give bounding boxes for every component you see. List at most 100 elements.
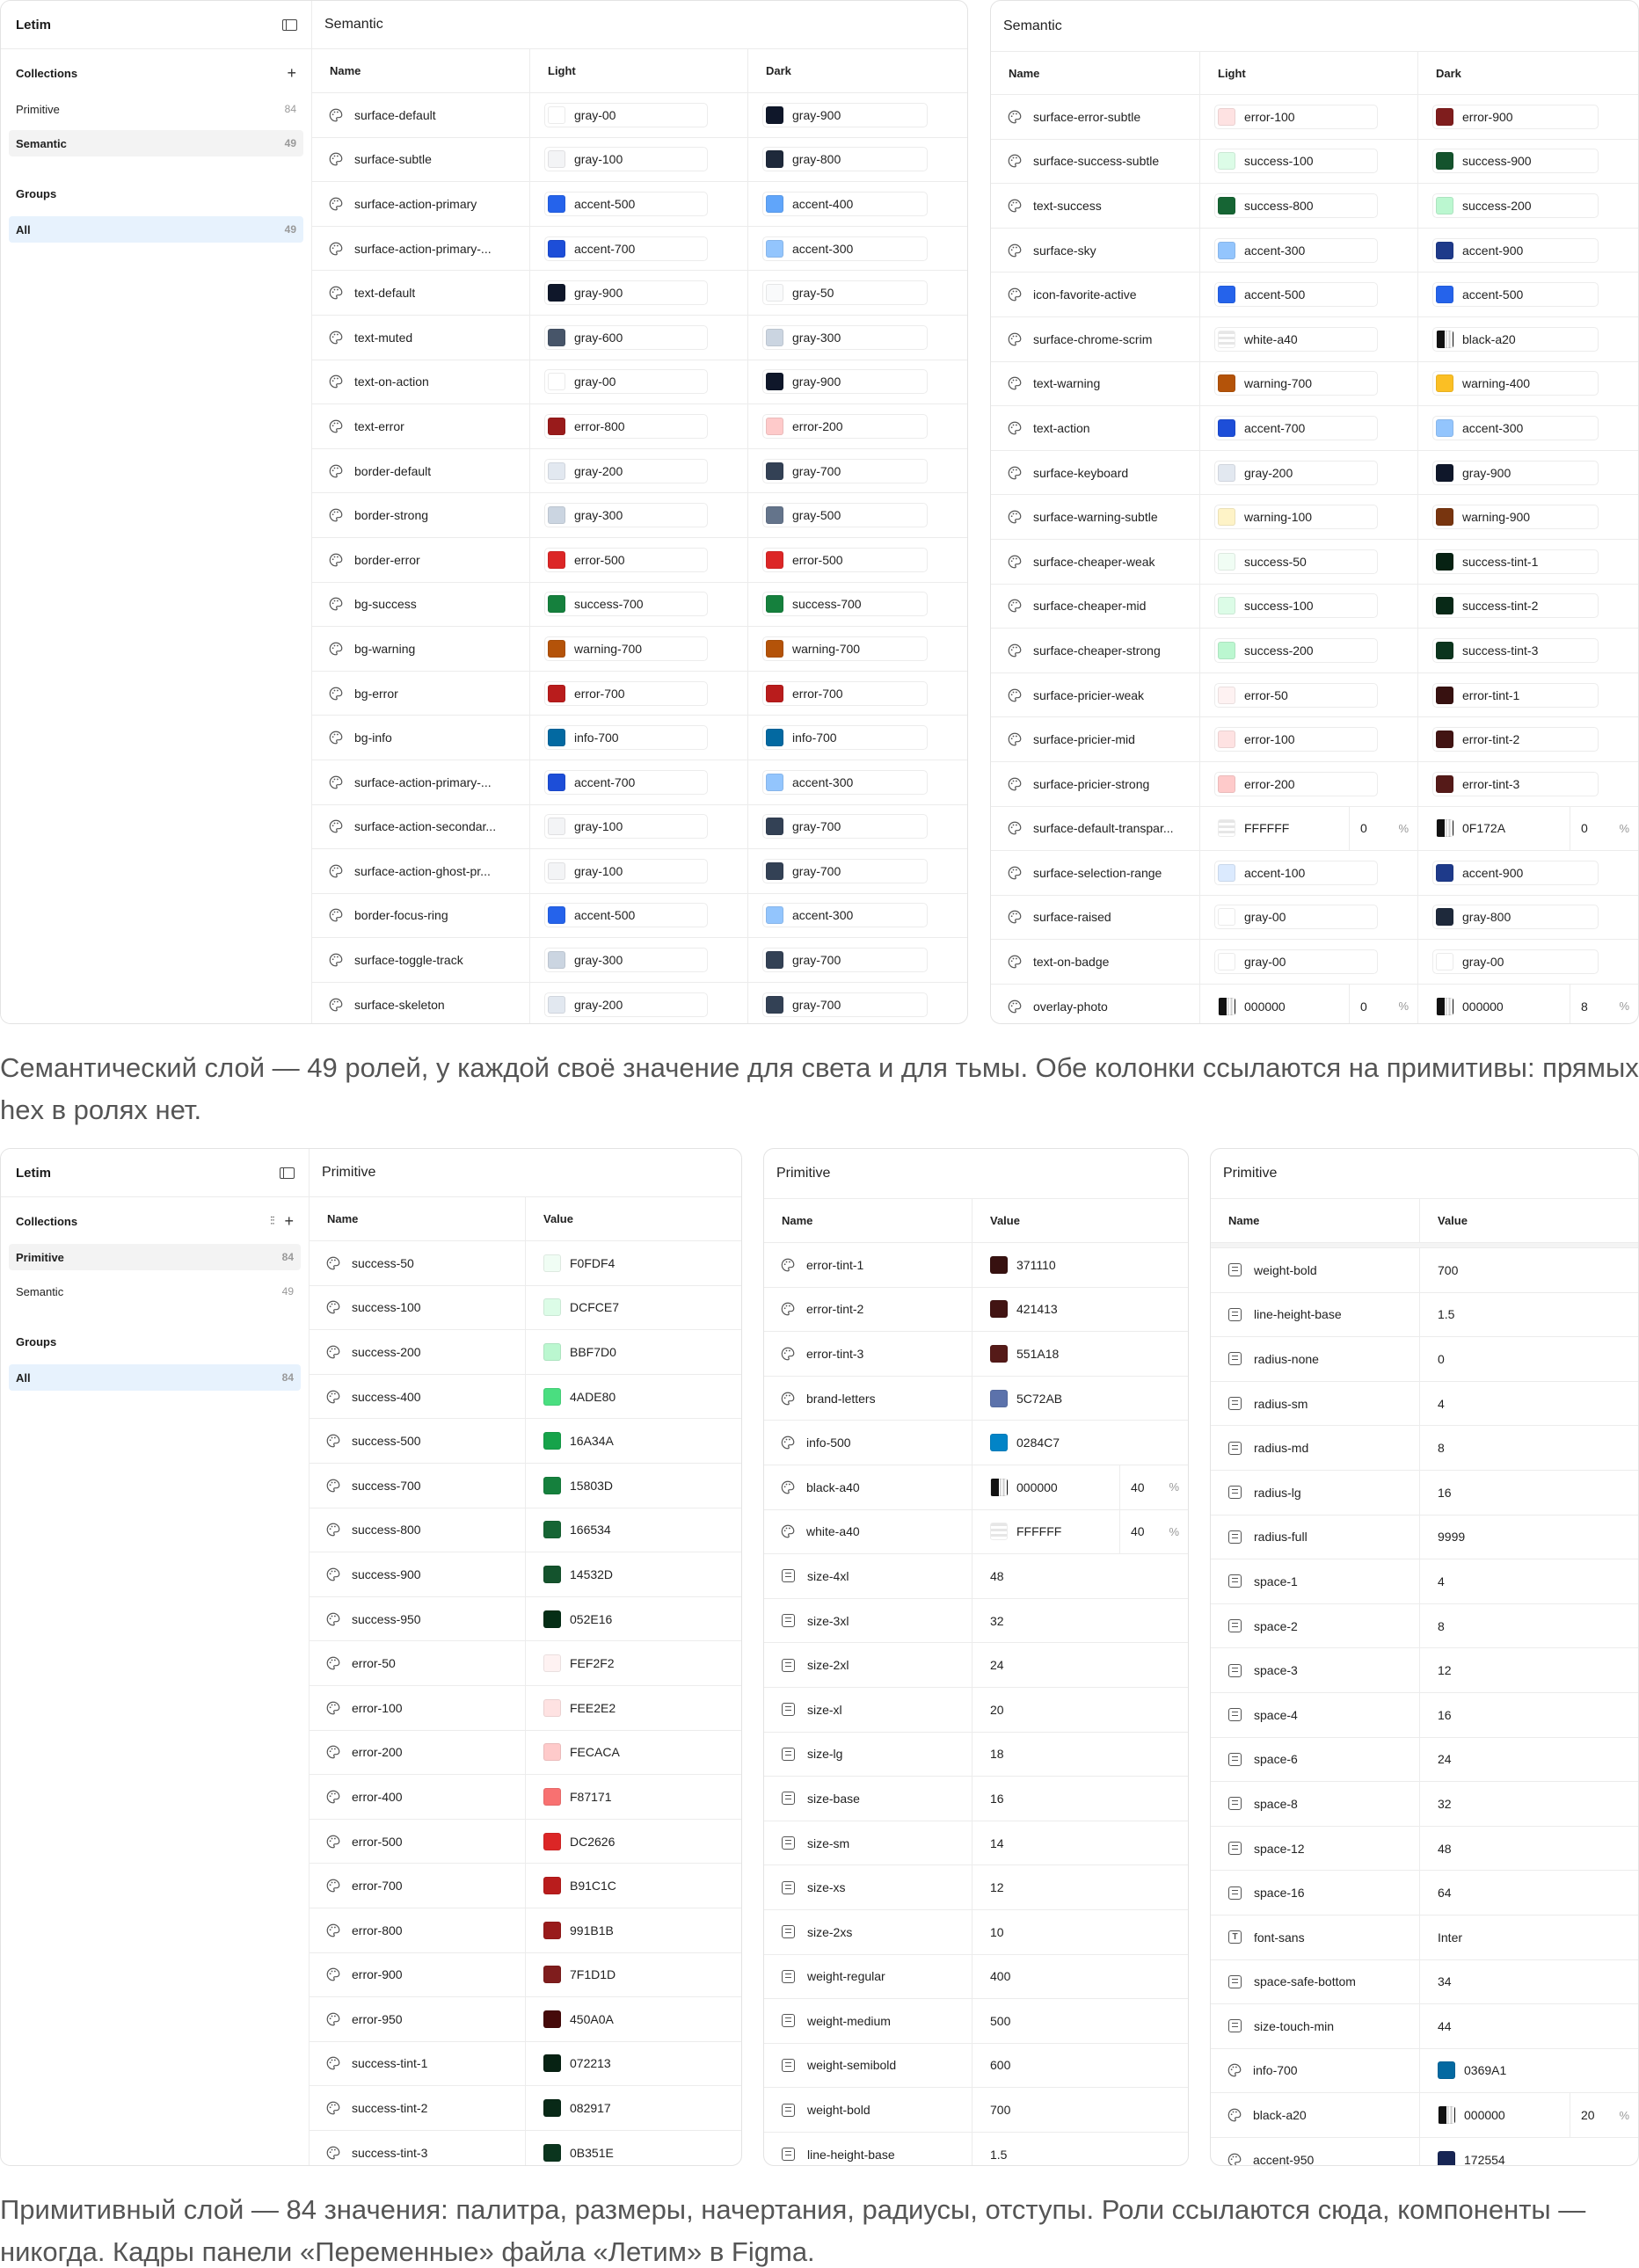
value-cell[interactable]: 7F1D1D xyxy=(526,1953,741,1997)
dark-value-cell[interactable]: gray-700 xyxy=(748,849,967,893)
table-row[interactable]: size-sm 14 xyxy=(764,1821,1188,1866)
group-item-all[interactable]: All 49 xyxy=(9,216,303,243)
variable-alias-chip[interactable]: gray-800 xyxy=(762,147,928,172)
variable-alias-chip[interactable]: gray-100 xyxy=(544,814,709,840)
variable-alias-chip[interactable]: gray-700 xyxy=(762,992,928,1017)
table-row[interactable]: error-tint-2 421413 xyxy=(764,1287,1188,1333)
dark-value-cell[interactable]: accent-500 xyxy=(1418,273,1638,316)
add-collection-icon[interactable]: + xyxy=(287,65,296,81)
table-row[interactable]: size-base 16 xyxy=(764,1777,1188,1821)
table-row[interactable]: space-4 16 xyxy=(1211,1692,1638,1738)
table-row[interactable]: bg-success success-700 success-700 xyxy=(312,582,967,628)
light-value-cell[interactable]: accent-500 xyxy=(530,182,748,226)
light-value-cell[interactable]: accent-100 xyxy=(1200,851,1418,895)
variable-alias-chip[interactable]: error-700 xyxy=(544,680,709,706)
value-cell[interactable]: 16 xyxy=(972,1777,1188,1821)
variable-alias-chip[interactable]: gray-900 xyxy=(762,102,928,127)
value-cell[interactable]: 4 xyxy=(1420,1382,1638,1426)
dark-value-cell[interactable]: gray-900 xyxy=(748,360,967,404)
variable-alias-chip[interactable]: warning-700 xyxy=(544,636,709,661)
variable-alias-chip[interactable]: success-700 xyxy=(762,592,928,617)
color-value[interactable]: 0F172A 0% xyxy=(1436,806,1638,851)
light-value-cell[interactable]: error-100 xyxy=(1200,717,1418,761)
table-row[interactable]: icon-favorite-active accent-500 accent-500 xyxy=(991,273,1638,317)
variable-alias-chip[interactable]: info-700 xyxy=(544,725,709,751)
table-row[interactable]: surface-action-secondar... gray-100 gray-7… xyxy=(312,804,967,850)
variable-alias-chip[interactable]: gray-100 xyxy=(544,147,709,172)
variable-alias-chip[interactable]: success-100 xyxy=(1214,593,1379,619)
variable-alias-chip[interactable]: error-700 xyxy=(762,680,928,706)
variable-alias-chip[interactable]: warning-700 xyxy=(762,636,928,661)
variable-alias-chip[interactable]: error-200 xyxy=(1214,771,1379,796)
value-cell[interactable]: 600 xyxy=(972,2044,1188,2088)
opacity-field[interactable]: 20% xyxy=(1570,2093,1638,2137)
table-row[interactable]: radius-sm 4 xyxy=(1211,1381,1638,1427)
table-row[interactable]: space-12 48 xyxy=(1211,1826,1638,1872)
table-row[interactable]: space-16 64 xyxy=(1211,1871,1638,1915)
sliders-icon[interactable]: ⫶⫶ xyxy=(270,1214,274,1228)
light-value-cell[interactable]: info-700 xyxy=(530,716,748,760)
light-value-cell[interactable]: white-a40 xyxy=(1200,316,1418,361)
table-row[interactable]: error-700 B91C1C xyxy=(310,1864,741,1908)
variable-alias-chip[interactable]: success-200 xyxy=(1432,193,1599,218)
value-cell[interactable]: 12 xyxy=(1420,1648,1638,1692)
color-value[interactable]: 000000 20% xyxy=(1438,2093,1638,2137)
dark-value-cell[interactable]: success-tint-2 xyxy=(1418,585,1638,629)
table-row[interactable]: bg-error error-700 error-700 xyxy=(312,671,967,716)
variable-alias-chip[interactable]: gray-700 xyxy=(762,858,928,883)
dark-value-cell[interactable]: success-700 xyxy=(748,583,967,627)
light-value-cell[interactable]: error-50 xyxy=(1200,672,1418,717)
table-row[interactable]: black-a40 000000 40% xyxy=(764,1465,1188,1510)
value-cell[interactable]: 16A34A xyxy=(526,1419,741,1463)
table-row[interactable]: success-tint-2 082917 xyxy=(310,2086,741,2131)
variable-alias-chip[interactable]: gray-300 xyxy=(544,503,709,528)
table-row[interactable]: size-2xs 10 xyxy=(764,1909,1188,1955)
table-row[interactable]: surface-default-transpar... FFFFFF 0% 0F172… xyxy=(991,806,1638,852)
variable-alias-chip[interactable]: success-200 xyxy=(1214,637,1379,663)
light-value-cell[interactable]: FFFFFF 0% xyxy=(1200,806,1418,851)
value-cell[interactable]: FFFFFF 40% xyxy=(972,1509,1188,1554)
dark-value-cell[interactable]: error-900 xyxy=(1418,95,1638,139)
color-value[interactable]: FFFFFF 0% xyxy=(1218,806,1417,851)
table-row[interactable]: border-default gray-200 gray-700 xyxy=(312,448,967,494)
light-value-cell[interactable]: gray-00 xyxy=(530,360,748,404)
variable-alias-chip[interactable]: accent-500 xyxy=(1214,282,1379,308)
light-value-cell[interactable]: gray-200 xyxy=(530,448,748,493)
light-value-cell[interactable]: error-500 xyxy=(530,537,748,582)
variable-alias-chip[interactable]: warning-400 xyxy=(1432,371,1599,396)
value-cell[interactable]: 166534 xyxy=(526,1508,741,1552)
table-row[interactable]: border-error error-500 error-500 xyxy=(312,537,967,583)
dark-value-cell[interactable]: error-500 xyxy=(748,538,967,582)
variable-alias-chip[interactable]: success-tint-3 xyxy=(1432,637,1599,663)
light-value-cell[interactable]: gray-00 xyxy=(530,93,748,137)
table-row[interactable]: surface-chrome-scrim white-a40 black-a20 xyxy=(991,316,1638,362)
table-row[interactable]: surface-cheaper-strong success-200 success… xyxy=(991,629,1638,673)
variable-alias-chip[interactable]: gray-00 xyxy=(1214,905,1379,930)
table-row[interactable]: success-100 DCFCE7 xyxy=(310,1285,741,1331)
value-cell[interactable]: 371110 xyxy=(972,1243,1188,1287)
variable-alias-chip[interactable]: accent-900 xyxy=(1432,237,1599,263)
table-row[interactable]: overlay-photo 000000 0% 000000 8% xyxy=(991,984,1638,1023)
opacity-field[interactable]: 8% xyxy=(1570,984,1638,1023)
table-row[interactable]: size-touch-min 44 xyxy=(1211,2004,1638,2049)
variable-alias-chip[interactable]: error-tint-2 xyxy=(1432,727,1599,752)
dark-value-cell[interactable]: gray-900 xyxy=(748,93,967,137)
variable-alias-chip[interactable]: accent-300 xyxy=(762,236,928,261)
variable-alias-chip[interactable]: accent-300 xyxy=(1214,237,1379,263)
value-cell[interactable]: FECACA xyxy=(526,1731,741,1775)
table-row[interactable]: error-50 FEF2F2 xyxy=(310,1641,741,1686)
light-value-cell[interactable]: error-100 xyxy=(1200,95,1418,139)
light-value-cell[interactable]: gray-300 xyxy=(530,938,748,982)
variable-alias-chip[interactable]: error-tint-3 xyxy=(1432,771,1599,796)
table-row[interactable]: space-1 4 xyxy=(1211,1559,1638,1604)
value-cell[interactable]: 8 xyxy=(1420,1426,1638,1470)
table-row[interactable]: surface-action-primary-... accent-700 acce… xyxy=(312,760,967,805)
variable-alias-chip[interactable]: success-800 xyxy=(1214,193,1379,218)
light-value-cell[interactable]: gray-00 xyxy=(1200,895,1418,940)
table-row[interactable]: error-tint-3 551A18 xyxy=(764,1332,1188,1377)
table-row[interactable]: success-800 166534 xyxy=(310,1508,741,1553)
sidebar-item-primitive[interactable]: Primitive 84 xyxy=(9,1244,301,1270)
table-row[interactable]: surface-cheaper-weak success-50 success-ti… xyxy=(991,539,1638,585)
light-value-cell[interactable]: error-200 xyxy=(1200,761,1418,806)
dark-value-cell[interactable]: gray-700 xyxy=(748,449,967,493)
